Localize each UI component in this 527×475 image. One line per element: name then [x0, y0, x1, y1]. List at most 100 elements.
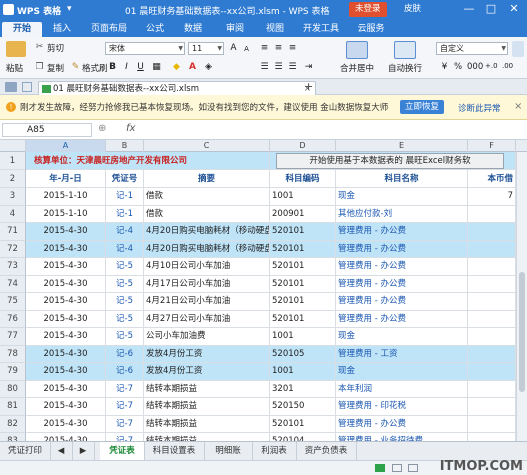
voucher-cell[interactable]: 记-6 [106, 345, 144, 363]
shrink-font-icon[interactable]: A [240, 43, 253, 56]
debit-cell[interactable] [468, 258, 516, 276]
column-header-c[interactable]: C [144, 140, 270, 152]
underline-button[interactable]: U [134, 61, 147, 74]
normal-view-icon[interactable] [375, 464, 385, 472]
new-tab-button[interactable]: + [304, 80, 313, 93]
date-cell[interactable]: 2015-4-30 [26, 275, 106, 293]
tab-data[interactable]: 数据 [176, 22, 210, 37]
column-header-e[interactable]: E [336, 140, 468, 152]
tab-view[interactable]: 视图 [258, 22, 292, 37]
voucher-cell[interactable]: 记-7 [106, 398, 144, 416]
diagnose-link[interactable]: 诊断此异常 [458, 102, 501, 114]
paste-icon[interactable] [6, 41, 26, 57]
account-name-cell[interactable]: 其他应付款-刘 [336, 205, 468, 223]
align-right-icon[interactable]: ☰ [286, 61, 299, 74]
tab-home[interactable]: 开始 [2, 22, 42, 37]
debit-cell[interactable] [468, 363, 516, 381]
summary-cell[interactable]: 公司小车加油费 [144, 328, 270, 346]
summary-cell[interactable]: 4月10日公司小车加油 [144, 258, 270, 276]
row-header[interactable]: 72 [0, 240, 26, 258]
voucher-cell[interactable]: 记-4 [106, 223, 144, 241]
close-notice-icon[interactable]: × [514, 101, 522, 112]
row-header[interactable]: 73 [0, 258, 26, 276]
account-name-cell[interactable]: 管理费用 - 办公费 [336, 240, 468, 258]
header-summary[interactable]: 摘要 [144, 170, 270, 188]
debit-cell[interactable] [468, 415, 516, 433]
summary-cell[interactable]: 4月21日公司小车加油 [144, 293, 270, 311]
align-middle-icon[interactable]: ≡ [272, 42, 285, 55]
account-code-cell[interactable]: 3201 [270, 380, 336, 398]
account-name-cell[interactable]: 管理费用 - 办公费 [336, 258, 468, 276]
voucher-cell[interactable]: 记-5 [106, 328, 144, 346]
row-header[interactable]: 76 [0, 310, 26, 328]
sheet-tab-ledger[interactable]: 明细账 [204, 442, 253, 460]
restore-now-button[interactable]: 立即恢复 [400, 100, 445, 114]
voucher-cell[interactable]: 记-5 [106, 275, 144, 293]
tab-formulas[interactable]: 公式 [138, 22, 172, 37]
header-debit[interactable]: 本币借 [468, 170, 516, 188]
tab-developer[interactable]: 开发工具 [298, 22, 344, 37]
debit-cell[interactable] [468, 293, 516, 311]
debit-cell[interactable] [468, 240, 516, 258]
voucher-cell[interactable]: 记-5 [106, 310, 144, 328]
account-name-cell[interactable]: 管理费用 - 印花税 [336, 398, 468, 416]
column-header-a[interactable]: A [26, 140, 106, 152]
header-date[interactable]: 年-月-日 [26, 170, 106, 188]
bold-button[interactable]: B [106, 61, 119, 74]
column-header-b[interactable]: B [106, 140, 144, 152]
debit-cell[interactable] [468, 345, 516, 363]
date-cell[interactable]: 2015-4-30 [26, 363, 106, 381]
voucher-cell[interactable]: 记-6 [106, 363, 144, 381]
row-header[interactable]: 81 [0, 398, 26, 416]
scissors-icon[interactable]: ✂ [33, 41, 46, 54]
format-painter-icon[interactable]: ✎ [69, 61, 82, 74]
login-button[interactable]: 未登录 [349, 2, 387, 17]
account-name-cell[interactable]: 管理费用 - 办公费 [336, 415, 468, 433]
summary-cell[interactable]: 4月20日购买电脑耗材（移动硬盘 [144, 223, 270, 241]
row-header[interactable]: 77 [0, 328, 26, 346]
fill-color-icon[interactable]: ◆ [170, 61, 183, 74]
sheet-nav-next[interactable]: ▶ [72, 442, 95, 460]
voucher-cell[interactable]: 记-7 [106, 433, 144, 441]
number-format-select[interactable]: 自定义 ▼ [436, 42, 508, 55]
account-name-cell[interactable]: 现金 [336, 328, 468, 346]
summary-cell[interactable]: 借款 [144, 188, 270, 206]
wrap-text-icon[interactable] [394, 41, 416, 59]
name-box[interactable]: A85 [2, 123, 92, 137]
account-name-cell[interactable]: 现金 [336, 188, 468, 206]
column-header-d[interactable]: D [270, 140, 336, 152]
font-color-icon[interactable]: A [186, 61, 199, 74]
tab-insert[interactable]: 插入 [44, 22, 80, 37]
font-name-select[interactable]: 宋体 ▼ [105, 42, 185, 55]
app-menu-arrow-icon[interactable]: ▾ [67, 4, 72, 14]
align-center-icon[interactable]: ☰ [272, 61, 285, 74]
decrease-decimal-button[interactable]: .00 [502, 62, 513, 70]
account-name-cell[interactable]: 管理费用 - 办公费 [336, 310, 468, 328]
sheet-tab-voucher-table[interactable]: 凭证表 [100, 442, 145, 462]
date-cell[interactable]: 2015-4-30 [26, 415, 106, 433]
summary-cell[interactable]: 4月17日公司小车加油 [144, 275, 270, 293]
date-cell[interactable]: 2015-4-30 [26, 398, 106, 416]
align-top-icon[interactable]: ≡ [258, 42, 271, 55]
row-header[interactable]: 79 [0, 363, 26, 381]
account-name-cell[interactable]: 管理费用 - 办公费 [336, 223, 468, 241]
indent-icon[interactable]: ⇥ [302, 61, 315, 74]
account-code-cell[interactable]: 520101 [270, 275, 336, 293]
page-layout-icon[interactable] [392, 464, 402, 472]
account-code-cell[interactable]: 520101 [270, 415, 336, 433]
date-cell[interactable]: 2015-4-30 [26, 223, 106, 241]
summary-cell[interactable]: 发放4月份工资 [144, 345, 270, 363]
account-code-cell[interactable]: 520101 [270, 293, 336, 311]
date-cell[interactable]: 2015-1-10 [26, 188, 106, 206]
account-code-cell[interactable]: 1001 [270, 328, 336, 346]
tab-list-icon[interactable] [22, 82, 32, 92]
increase-decimal-button[interactable]: +.0 [485, 62, 498, 70]
date-cell[interactable]: 2015-4-30 [26, 380, 106, 398]
header-account-name[interactable]: 科目名称 [336, 170, 468, 188]
select-all-corner[interactable] [0, 140, 26, 152]
debit-cell[interactable] [468, 223, 516, 241]
voucher-cell[interactable]: 记-4 [106, 240, 144, 258]
close-window-button[interactable]: ✕ [503, 0, 525, 18]
row-header[interactable]: 2 [0, 170, 26, 188]
cut-button[interactable]: 剪切 [47, 42, 64, 54]
